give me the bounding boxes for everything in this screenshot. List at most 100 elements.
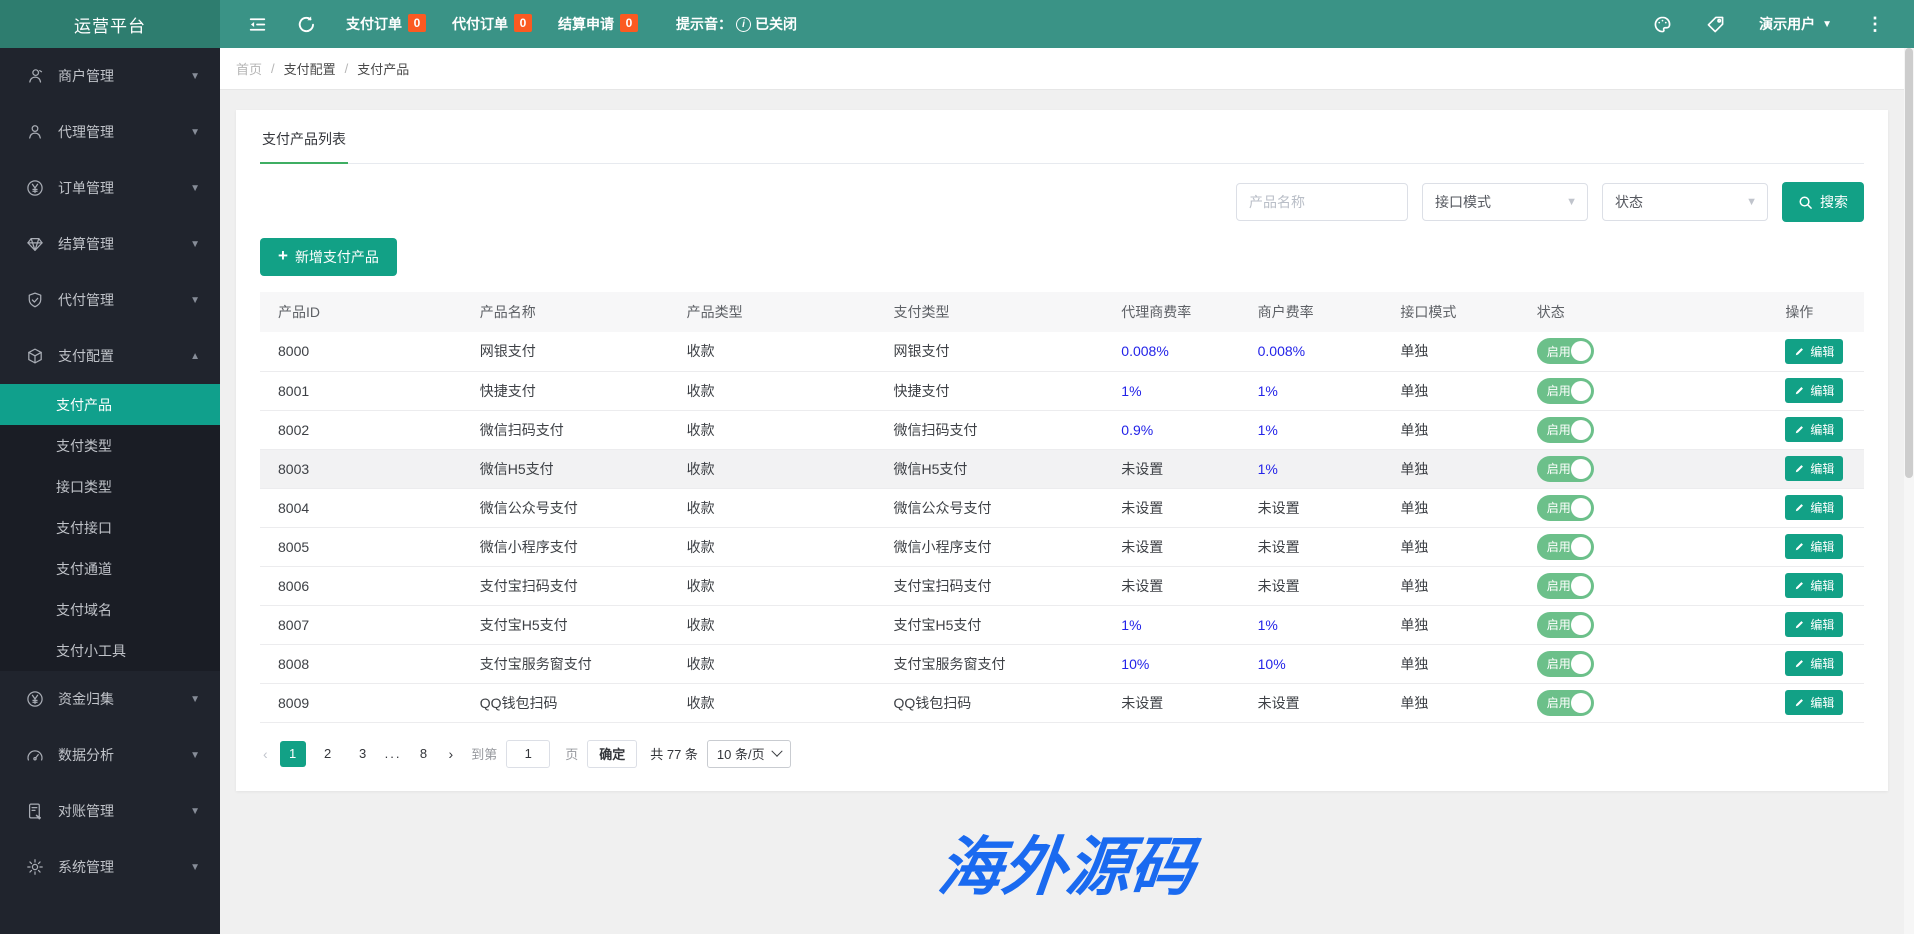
- status-toggle[interactable]: 启用: [1537, 534, 1594, 560]
- status-toggle[interactable]: 启用: [1537, 573, 1594, 599]
- cell-product-id: 8002: [260, 410, 472, 449]
- count-badge: 0: [514, 14, 532, 32]
- status-toggle[interactable]: 启用: [1537, 495, 1594, 521]
- prev-page-icon[interactable]: ‹: [260, 746, 271, 762]
- status-toggle[interactable]: 启用: [1537, 612, 1594, 638]
- cell-product-name: 微信公众号支付: [472, 488, 679, 527]
- merchant-rate-value[interactable]: 1%: [1258, 617, 1278, 633]
- sidebar-subitem-payment-interface[interactable]: 支付接口: [0, 507, 220, 548]
- agent-rate-value: 未设置: [1121, 500, 1163, 516]
- quicklink-payment-orders[interactable]: 支付订单0: [346, 14, 426, 34]
- merchant-rate-value[interactable]: 0.008%: [1258, 343, 1305, 359]
- breadcrumb-item[interactable]: 支付配置: [284, 59, 336, 78]
- edit-button[interactable]: 编辑: [1785, 612, 1843, 637]
- breadcrumb-item[interactable]: 首页: [236, 59, 262, 78]
- status-select[interactable]: 状态 ▼: [1602, 183, 1768, 221]
- sidebar-subitem-payment-tools[interactable]: 支付小工具: [0, 630, 220, 671]
- filter-row: 接口模式 ▼ 状态 ▼ 搜索: [260, 182, 1864, 222]
- cell-payment-type: 微信扫码支付: [886, 410, 1114, 449]
- cell-payment-type: 微信小程序支付: [886, 527, 1114, 566]
- cell-interface-mode: 单独: [1392, 488, 1528, 527]
- cell-status: 启用: [1529, 527, 1778, 566]
- agent-rate-value[interactable]: 1%: [1121, 383, 1141, 399]
- sidebar: 商户管理▼代理管理▼订单管理▼结算管理▼代付管理▼支付配置▲支付产品支付类型接口…: [0, 48, 220, 934]
- sidebar-item-settlement[interactable]: 结算管理▼: [0, 216, 220, 272]
- status-toggle[interactable]: 启用: [1537, 417, 1594, 443]
- cell-product-name: 网银支付: [472, 332, 679, 371]
- sidebar-subitem-interface-type[interactable]: 接口类型: [0, 466, 220, 507]
- sidebar-subitem-payment-domain[interactable]: 支付域名: [0, 589, 220, 630]
- sidebar-item-label: 代付管理: [58, 290, 114, 310]
- toggle-knob: [1571, 576, 1591, 596]
- sidebar-item-reconciliation[interactable]: 对账管理▼: [0, 783, 220, 839]
- quicklink-settlement-requests[interactable]: 结算申请0: [558, 14, 638, 34]
- edit-button[interactable]: 编辑: [1785, 690, 1843, 715]
- sidebar-subitem-payment-product[interactable]: 支付产品: [0, 384, 220, 425]
- toggle-knob: [1571, 498, 1591, 518]
- yen-circle-icon: [26, 690, 44, 708]
- edit-button[interactable]: 编辑: [1785, 495, 1843, 520]
- status-toggle[interactable]: 启用: [1537, 690, 1594, 716]
- merchant-rate-value[interactable]: 1%: [1258, 461, 1278, 477]
- edit-button[interactable]: 编辑: [1785, 651, 1843, 676]
- sidebar-item-analytics[interactable]: 数据分析▼: [0, 727, 220, 783]
- edit-button[interactable]: 编辑: [1785, 456, 1843, 481]
- sidebar-item-payout[interactable]: 代付管理▼: [0, 272, 220, 328]
- theme-palette-icon[interactable]: [1653, 15, 1672, 34]
- agent-rate-value[interactable]: 1%: [1121, 617, 1141, 633]
- sidebar-subitem-payment-type[interactable]: 支付类型: [0, 425, 220, 466]
- confirm-page-button[interactable]: 确定: [587, 740, 637, 768]
- edit-button[interactable]: 编辑: [1785, 573, 1843, 598]
- sidebar-item-funds[interactable]: 资金归集▼: [0, 671, 220, 727]
- status-toggle[interactable]: 启用: [1537, 651, 1594, 677]
- pencil-icon: [1794, 502, 1805, 513]
- agent-rate-value[interactable]: 0.008%: [1121, 343, 1168, 359]
- sidebar-item-system[interactable]: 系统管理▼: [0, 839, 220, 895]
- page-button-2[interactable]: 2: [315, 741, 341, 767]
- merchant-rate-value[interactable]: 1%: [1258, 383, 1278, 399]
- sidebar-item-payment-config[interactable]: 支付配置▲: [0, 328, 220, 384]
- page-button-8[interactable]: 8: [411, 741, 437, 767]
- agent-rate-value[interactable]: 0.9%: [1121, 422, 1153, 438]
- user-menu[interactable]: 演示用户 ▼: [1759, 14, 1832, 34]
- edit-button[interactable]: 编辑: [1785, 378, 1843, 403]
- add-product-button[interactable]: + 新增支付产品: [260, 238, 397, 276]
- search-button[interactable]: 搜索: [1782, 182, 1864, 222]
- goto-page-input[interactable]: [506, 740, 550, 768]
- sidebar-item-agent[interactable]: 代理管理▼: [0, 104, 220, 160]
- sidebar-subitem-payment-channel[interactable]: 支付通道: [0, 548, 220, 589]
- menu-fold-icon[interactable]: [248, 15, 267, 34]
- sidebar-item-order[interactable]: 订单管理▼: [0, 160, 220, 216]
- page-scrollbar[interactable]: [1904, 48, 1914, 934]
- status-toggle[interactable]: 启用: [1537, 378, 1594, 404]
- scrollbar-thumb[interactable]: [1905, 48, 1913, 478]
- cell-agent-rate: 未设置: [1113, 449, 1249, 488]
- edit-button[interactable]: 编辑: [1785, 339, 1843, 364]
- edit-button[interactable]: 编辑: [1785, 417, 1843, 442]
- tab-payment-product-list[interactable]: 支付产品列表: [260, 129, 348, 164]
- page-size-select[interactable]: 10 条/页: [707, 740, 791, 768]
- sidebar-item-merchant[interactable]: 商户管理▼: [0, 48, 220, 104]
- product-name-input[interactable]: [1236, 183, 1408, 221]
- status-toggle[interactable]: 启用: [1537, 456, 1594, 482]
- sound-status[interactable]: 提示音： i 已关闭: [676, 14, 797, 34]
- tag-icon[interactable]: [1706, 15, 1725, 34]
- cell-agent-rate: 1%: [1113, 371, 1249, 410]
- page-button-1[interactable]: 1: [280, 741, 306, 767]
- more-options-icon[interactable]: ⋮: [1866, 14, 1884, 35]
- cell-actions: 编辑: [1777, 527, 1864, 566]
- next-page-icon[interactable]: ›: [446, 746, 457, 762]
- page-button-3[interactable]: 3: [350, 741, 376, 767]
- status-toggle[interactable]: 启用: [1537, 338, 1594, 364]
- merchant-rate-value[interactable]: 1%: [1258, 422, 1278, 438]
- count-badge: 0: [408, 14, 426, 32]
- quicklink-payout-orders[interactable]: 代付订单0: [452, 14, 532, 34]
- refresh-icon[interactable]: [297, 15, 316, 34]
- cell-product-name: 支付宝扫码支付: [472, 566, 679, 605]
- sidebar-item-label: 对账管理: [58, 801, 114, 821]
- breadcrumb-item[interactable]: 支付产品: [357, 59, 409, 78]
- agent-rate-value[interactable]: 10%: [1121, 656, 1149, 672]
- merchant-rate-value[interactable]: 10%: [1258, 656, 1286, 672]
- interface-mode-select[interactable]: 接口模式 ▼: [1422, 183, 1588, 221]
- edit-button[interactable]: 编辑: [1785, 534, 1843, 559]
